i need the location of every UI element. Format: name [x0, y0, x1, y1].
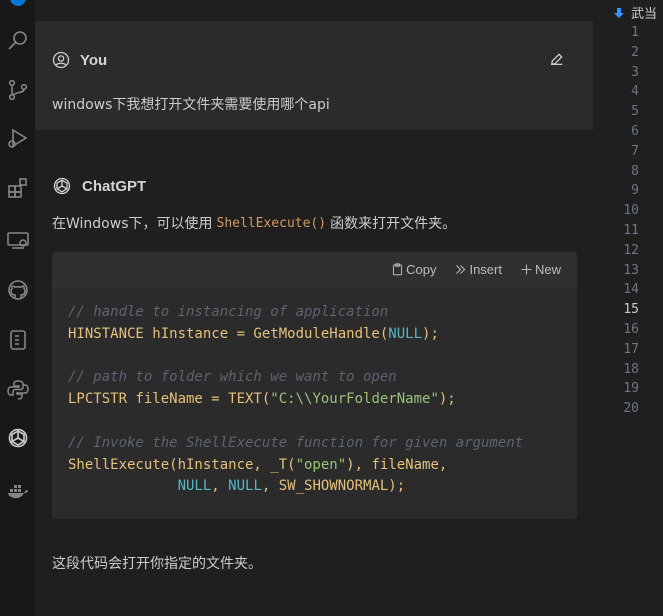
- code-string: "open": [295, 456, 347, 473]
- copy-button[interactable]: Copy: [391, 262, 436, 277]
- inline-code: ShellExecute(): [216, 215, 327, 231]
- run-debug-icon[interactable]: [0, 118, 35, 158]
- code-token: HINSTANCE hInstance = GetModuleHandle(: [68, 325, 389, 342]
- assistant-name: ChatGPT: [82, 177, 147, 195]
- line-number: 1: [631, 25, 639, 40]
- user-avatar-icon: [52, 51, 70, 69]
- line-number: 14: [623, 282, 639, 298]
- line-number: 8: [631, 163, 639, 179]
- line-number: 19: [623, 381, 639, 397]
- line-number: 17: [623, 341, 639, 357]
- docker-icon[interactable]: [0, 470, 35, 510]
- line-number: 15: [623, 302, 639, 318]
- code-string: "C:\\YourFolderName": [270, 391, 439, 408]
- code-token: ), fileName,: [346, 456, 448, 473]
- chat-panel: You windows下我想打开文件夹需要使用哪个api ChatGPT 在Wi…: [35, 0, 593, 616]
- assistant-header: ChatGPT: [52, 176, 146, 196]
- line-number: 10: [623, 203, 639, 219]
- code-comment: // handle to instancing of application: [68, 304, 389, 320]
- device-icon[interactable]: [0, 320, 35, 360]
- code-keyword: NULL: [228, 478, 262, 495]
- line-number: 3: [631, 64, 639, 80]
- search-icon[interactable]: [0, 20, 35, 60]
- code-keyword: NULL: [388, 325, 423, 342]
- editor-breadcrumb[interactable]: 武当: [613, 3, 657, 22]
- new-label: New: [534, 262, 561, 277]
- code-line: // handle to instancing of application: [68, 302, 561, 324]
- insert-label: Insert: [469, 262, 502, 277]
- notification-badge: [10, 0, 26, 6]
- intro-text-after: 函数来打开文件夹。: [330, 216, 457, 232]
- code-keyword: NULL: [177, 478, 212, 495]
- line-number: 20: [623, 401, 639, 417]
- code-token: );: [438, 391, 456, 408]
- user-message-block: You windows下我想打开文件夹需要使用哪个api: [35, 21, 593, 130]
- chatgpt-logo-icon: [53, 177, 71, 195]
- code-line: ShellExecute(hInstance, _T("open"), file…: [68, 455, 561, 477]
- user-header: You: [52, 51, 107, 69]
- line-number-gutter: 1 2 3 4 5 6 7 8 9 10 11 12 13 14 15 16 17 18 19 20: [593, 23, 639, 419]
- plus-icon: [521, 264, 532, 275]
- insert-button[interactable]: Insert: [454, 262, 502, 277]
- user-name: You: [80, 51, 108, 69]
- line-number: 6: [631, 123, 639, 139]
- line-number: 4: [631, 84, 639, 100]
- code-token: ShellExecute(hInstance, _T(: [68, 456, 296, 473]
- line-number: 18: [623, 361, 639, 377]
- code-comment: // Invoke the ShellExecute function for …: [68, 434, 524, 451]
- code-token: ,: [211, 478, 229, 495]
- code-line: // path to folder which we want to open: [68, 367, 561, 389]
- user-message-text: windows下我想打开文件夹需要使用哪个api: [52, 97, 330, 113]
- editor-tab-title: 武当: [631, 7, 658, 22]
- assistant-intro: 在Windows下，可以使用 ShellExecute() 函数来打开文件夹。: [52, 213, 456, 233]
- line-number: 5: [631, 104, 639, 120]
- new-button[interactable]: New: [520, 262, 561, 277]
- line-number: 11: [623, 222, 639, 238]
- clipboard-icon: [393, 263, 403, 276]
- line-number: 12: [623, 242, 639, 258]
- code-block: Copy Insert New // handle to instancing …: [52, 252, 577, 519]
- code-line: LPCTSTR fileName = TEXT("C:\\YourFolderN…: [68, 389, 561, 411]
- activity-bar: [0, 0, 35, 616]
- code-line: HINSTANCE hInstance = GetModuleHandle(NU…: [68, 324, 561, 346]
- source-control-icon[interactable]: [0, 70, 35, 110]
- code-token: );: [422, 325, 439, 342]
- remote-explorer-icon[interactable]: [0, 220, 35, 260]
- code-token: LPCTSTR fileName = TEXT(: [68, 391, 271, 408]
- editor-pane: 武当 1 2 3 4 5 6 7 8 9 10 11 12 13 14 15 16 17 18 19 20: [593, 0, 663, 616]
- github-icon[interactable]: [0, 270, 35, 310]
- code-line: // Invoke the ShellExecute function for …: [68, 433, 561, 455]
- arrow-down-icon: [614, 7, 624, 18]
- code-content[interactable]: // handle to instancing of application H…: [52, 287, 577, 513]
- copy-label: Copy: [406, 262, 437, 277]
- code-comment: // path to folder which we want to open: [68, 369, 397, 386]
- line-number: 2: [631, 44, 639, 60]
- code-toolbar: Copy Insert New: [52, 252, 577, 287]
- assistant-outro: 这段代码会打开你指定的文件夹。: [52, 556, 262, 572]
- chatgpt-icon[interactable]: [0, 418, 35, 458]
- edit-message-icon[interactable]: [549, 51, 565, 67]
- line-number: 7: [631, 143, 639, 159]
- python-icon[interactable]: [0, 370, 35, 410]
- extensions-icon[interactable]: [0, 168, 35, 208]
- intro-text-before: 在Windows下，可以使用: [52, 216, 213, 232]
- chevrons-right-icon: [456, 265, 466, 274]
- code-token: , SW_SHOWNORMAL);: [261, 478, 406, 495]
- line-number: 9: [631, 183, 639, 199]
- line-number: 16: [623, 321, 639, 337]
- line-number: 13: [623, 262, 639, 278]
- code-line: NULL, NULL, SW_SHOWNORMAL);: [68, 476, 561, 498]
